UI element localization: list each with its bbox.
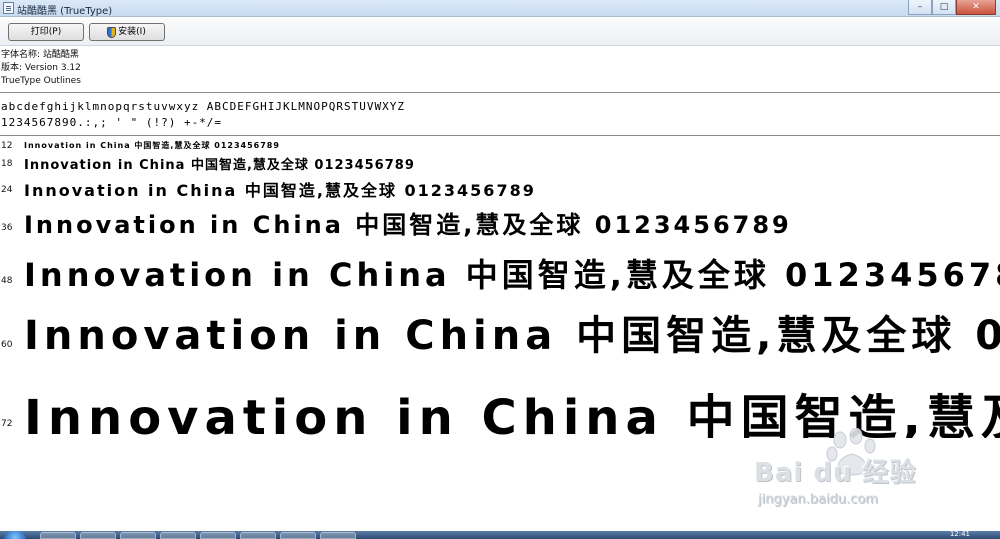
minimize-button[interactable]: – — [908, 0, 932, 15]
taskbar-item[interactable] — [200, 532, 236, 539]
print-button[interactable]: 打印(P) — [8, 23, 84, 41]
start-button[interactable] — [4, 531, 26, 539]
sample-row-24: 24 Innovation in China 中国智造,慧及全球 0123456… — [0, 177, 1000, 201]
taskbar-item[interactable] — [240, 532, 276, 539]
taskbar: 12:41 — [0, 530, 1000, 539]
clock[interactable]: 12:41 — [950, 530, 970, 538]
size-label: 18 — [1, 159, 13, 169]
baidu-jingyan-watermark: Bai du 经验 jingyan.baidu.com — [754, 428, 944, 518]
sample-text: Innovation in China 中国智造,慧及全球 0123456789 — [24, 256, 1000, 292]
taskbar-item[interactable] — [40, 532, 76, 539]
sample-text: Innovation in China 中国智造,慧及全球 0123456789 — [24, 141, 280, 150]
divider-bottom — [0, 135, 1000, 136]
font-file-icon — [3, 2, 14, 14]
size-label: 48 — [1, 276, 13, 286]
window-controls: – □ ✕ — [908, 0, 996, 15]
shield-icon — [107, 27, 116, 38]
font-outline-line: TrueType Outlines — [1, 76, 81, 86]
window-title: 站酷酷黑 (TrueType) — [17, 6, 113, 17]
taskbar-item[interactable] — [320, 532, 356, 539]
font-version-line: 版本: Version 3.12 — [1, 63, 81, 73]
size-label: 60 — [1, 340, 13, 350]
sample-text: Innovation in China 中国智造,慧及全球 0123456789 — [24, 181, 536, 200]
charset-symbols: 1234567890.:,; ' " (!?) +-*/= — [1, 116, 223, 129]
taskbar-item[interactable] — [120, 532, 156, 539]
sample-text: Innovation in China 中国智造,慧及全球 0123456789 — [24, 313, 1000, 358]
charset-letters: abcdefghijklmnopqrstuvwxyz ABCDEFGHIJKLM… — [1, 100, 405, 113]
close-icon: ✕ — [972, 2, 980, 12]
taskbar-item[interactable] — [160, 532, 196, 539]
minimize-icon: – — [917, 2, 923, 12]
sample-text: Innovation in China 中国智造,慧及全球 0123456789 — [24, 158, 415, 173]
maximize-button[interactable]: □ — [932, 0, 956, 15]
install-label: 安装(I) — [118, 27, 146, 37]
install-button[interactable]: 安装(I) — [89, 23, 165, 41]
toolbar: 打印(P) 安装(I) — [0, 18, 1000, 46]
sample-row-18: 18 Innovation in China 中国智造,慧及全球 0123456… — [0, 154, 1000, 174]
maximize-icon: □ — [939, 2, 949, 12]
sample-text: Innovation in China 中国智造,慧及全球 0123456789 — [24, 211, 792, 239]
font-name-line: 字体名称: 站酷酷黑 — [1, 50, 79, 60]
size-label: 12 — [1, 141, 13, 151]
sample-row-60: 60 Innovation in China 中国智造,慧及全球 0123456… — [0, 303, 1000, 358]
font-info: 字体名称: 站酷酷黑 版本: Version 3.12 TrueType Out… — [1, 49, 81, 88]
divider-top — [0, 92, 1000, 93]
taskbar-item[interactable] — [80, 532, 116, 539]
size-label: 24 — [1, 185, 13, 195]
taskbar-item[interactable] — [280, 532, 316, 539]
sample-row-48: 48 Innovation in China 中国智造,慧及全球 0123456… — [0, 250, 1000, 292]
sample-row-12: 12 Innovation in China 中国智造,慧及全球 0123456… — [0, 140, 1000, 152]
size-label: 36 — [1, 223, 13, 233]
sample-row-36: 36 Innovation in China 中国智造,慧及全球 0123456… — [0, 205, 1000, 241]
title-bar: 站酷酷黑 (TrueType) – □ ✕ — [0, 0, 1000, 17]
watermark-brand: Bai du 经验 — [754, 458, 917, 488]
watermark-url: jingyan.baidu.com — [758, 492, 878, 507]
size-label: 72 — [1, 419, 13, 429]
close-button[interactable]: ✕ — [956, 0, 996, 15]
